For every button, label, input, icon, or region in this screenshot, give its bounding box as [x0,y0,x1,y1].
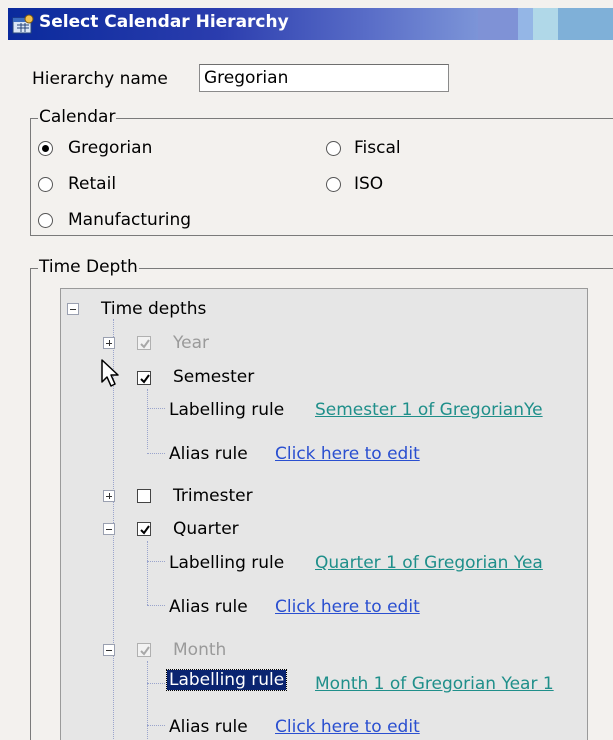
title-bar-segment [478,8,518,40]
radio-fiscal-label[interactable]: Fiscal [354,138,401,158]
semester-labelling-rule-value[interactable]: Semester 1 of GregorianYe [315,400,543,420]
radio-manufacturing[interactable] [38,213,53,228]
calendar-legend: Calendar [38,107,117,127]
radio-iso-label[interactable]: ISO [354,174,383,194]
quarter-labelling-rule-value[interactable]: Quarter 1 of Gregorian Yea [315,553,543,573]
collapse-quarter-toggle[interactable] [103,523,115,535]
trimester-label[interactable]: Trimester [173,486,253,506]
radio-retail[interactable] [38,177,53,192]
tree-connector [147,605,165,606]
quarter-label[interactable]: Quarter [173,519,239,539]
window-title: Select Calendar Hierarchy [39,12,289,32]
quarter-alias-rule-label: Alias rule [169,597,248,617]
month-labelling-rule-value[interactable]: Month 1 of Gregorian Year 1 [315,674,554,694]
month-label[interactable]: Month [173,640,226,660]
semester-checkbox[interactable] [137,371,151,385]
dialog-window: Select Calendar Hierarchy Hierarchy name… [0,0,613,740]
time-depth-tree: Time depths Year Semester Labelling rule… [60,288,588,740]
time-depth-legend: Time Depth [38,257,139,277]
quarter-alias-rule-link[interactable]: Click here to edit [275,597,420,617]
tree-connector [147,725,165,726]
tree-connector [147,389,148,449]
radio-gregorian[interactable] [38,141,53,156]
hierarchy-name-input[interactable] [199,64,449,92]
mouse-pointer-icon [100,358,122,392]
radio-gregorian-label[interactable]: Gregorian [68,138,152,158]
semester-label[interactable]: Semester [173,367,254,387]
radio-iso[interactable] [326,177,341,192]
quarter-labelling-rule-label: Labelling rule [169,553,285,573]
month-alias-rule-label: Alias rule [169,717,248,737]
tree-connector [147,561,165,562]
tree-connector [147,453,165,454]
title-bar-segment [533,8,558,40]
radio-fiscal[interactable] [326,141,341,156]
month-alias-rule-link[interactable]: Click here to edit [275,717,420,737]
year-label[interactable]: Year [173,333,209,353]
hierarchy-name-label: Hierarchy name [32,69,168,89]
month-checkbox[interactable] [137,643,151,657]
calendar-app-icon [12,14,34,34]
tree-connector [147,408,165,409]
radio-manufacturing-label[interactable]: Manufacturing [68,210,191,230]
month-labelling-rule-label[interactable]: Labelling rule [165,669,288,691]
tree-connector [147,661,148,740]
tree-root-label[interactable]: Time depths [101,299,206,319]
tree-connector [147,541,148,605]
expand-year-toggle[interactable] [103,337,115,349]
semester-alias-rule-label: Alias rule [169,444,248,464]
semester-labelling-rule-label: Labelling rule [169,400,285,420]
radio-retail-label[interactable]: Retail [68,174,116,194]
semester-alias-rule-link[interactable]: Click here to edit [275,444,420,464]
title-bar[interactable]: Select Calendar Hierarchy [8,8,613,40]
expand-trimester-toggle[interactable] [103,490,115,502]
tree-connector [147,683,165,684]
collapse-month-toggle[interactable] [103,644,115,656]
title-bar-segment [518,8,533,40]
trimester-checkbox[interactable] [137,489,151,503]
year-checkbox[interactable] [137,336,151,350]
quarter-checkbox[interactable] [137,522,151,536]
collapse-time-depths-toggle[interactable] [67,303,79,315]
title-bar-segment [558,8,613,40]
